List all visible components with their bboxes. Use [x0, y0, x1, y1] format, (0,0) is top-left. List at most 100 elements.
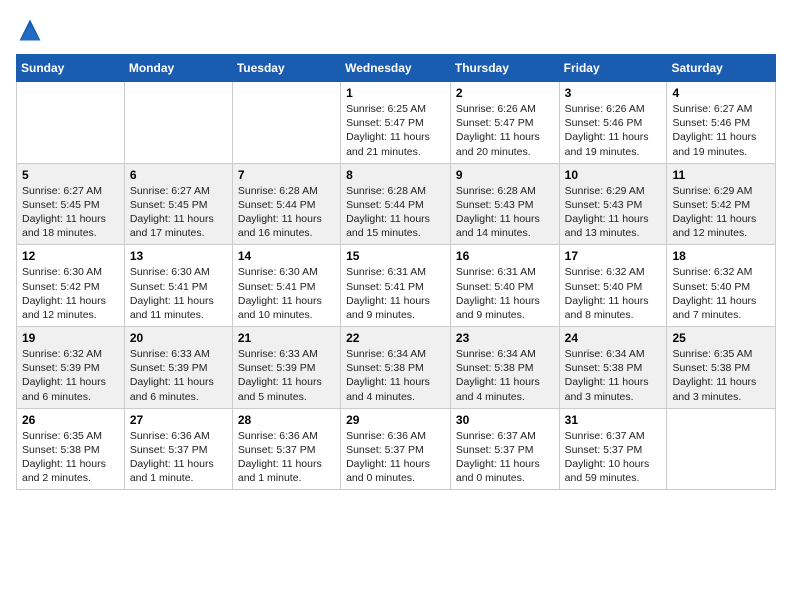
day-info: Sunrise: 6:29 AMSunset: 5:43 PMDaylight:… — [565, 184, 662, 241]
week-row-5: 26 Sunrise: 6:35 AMSunset: 5:38 PMDayligh… — [17, 408, 776, 490]
day-header-wednesday: Wednesday — [341, 55, 451, 82]
day-number: 8 — [346, 168, 445, 182]
calendar-cell: 1 Sunrise: 6:25 AMSunset: 5:47 PMDaylight… — [341, 82, 451, 164]
calendar-cell: 24 Sunrise: 6:34 AMSunset: 5:38 PMDayligh… — [559, 327, 667, 409]
calendar-cell: 23 Sunrise: 6:34 AMSunset: 5:38 PMDayligh… — [450, 327, 559, 409]
day-number: 10 — [565, 168, 662, 182]
calendar-cell: 15 Sunrise: 6:31 AMSunset: 5:41 PMDayligh… — [341, 245, 451, 327]
calendar-cell: 17 Sunrise: 6:32 AMSunset: 5:40 PMDayligh… — [559, 245, 667, 327]
calendar-cell: 28 Sunrise: 6:36 AMSunset: 5:37 PMDayligh… — [232, 408, 340, 490]
calendar-cell — [124, 82, 232, 164]
day-number: 17 — [565, 249, 662, 263]
day-header-monday: Monday — [124, 55, 232, 82]
day-info: Sunrise: 6:27 AMSunset: 5:45 PMDaylight:… — [22, 184, 119, 241]
calendar-cell: 31 Sunrise: 6:37 AMSunset: 5:37 PMDayligh… — [559, 408, 667, 490]
day-number: 16 — [456, 249, 554, 263]
calendar-cell: 5 Sunrise: 6:27 AMSunset: 5:45 PMDaylight… — [17, 163, 125, 245]
day-number: 19 — [22, 331, 119, 345]
day-info: Sunrise: 6:32 AMSunset: 5:40 PMDaylight:… — [565, 265, 662, 322]
day-number: 13 — [130, 249, 227, 263]
day-number: 1 — [346, 86, 445, 100]
day-info: Sunrise: 6:34 AMSunset: 5:38 PMDaylight:… — [456, 347, 554, 404]
day-info: Sunrise: 6:30 AMSunset: 5:41 PMDaylight:… — [238, 265, 335, 322]
day-number: 29 — [346, 413, 445, 427]
logo — [16, 16, 48, 44]
day-number: 21 — [238, 331, 335, 345]
day-number: 4 — [672, 86, 770, 100]
day-info: Sunrise: 6:28 AMSunset: 5:44 PMDaylight:… — [238, 184, 335, 241]
day-header-sunday: Sunday — [17, 55, 125, 82]
day-info: Sunrise: 6:31 AMSunset: 5:41 PMDaylight:… — [346, 265, 445, 322]
day-number: 28 — [238, 413, 335, 427]
day-info: Sunrise: 6:35 AMSunset: 5:38 PMDaylight:… — [672, 347, 770, 404]
day-info: Sunrise: 6:37 AMSunset: 5:37 PMDaylight:… — [456, 429, 554, 486]
week-row-4: 19 Sunrise: 6:32 AMSunset: 5:39 PMDayligh… — [17, 327, 776, 409]
calendar-cell: 14 Sunrise: 6:30 AMSunset: 5:41 PMDayligh… — [232, 245, 340, 327]
calendar-cell — [232, 82, 340, 164]
calendar-cell: 16 Sunrise: 6:31 AMSunset: 5:40 PMDayligh… — [450, 245, 559, 327]
week-row-3: 12 Sunrise: 6:30 AMSunset: 5:42 PMDayligh… — [17, 245, 776, 327]
calendar-cell — [17, 82, 125, 164]
day-number: 27 — [130, 413, 227, 427]
day-info: Sunrise: 6:35 AMSunset: 5:38 PMDaylight:… — [22, 429, 119, 486]
day-info: Sunrise: 6:27 AMSunset: 5:45 PMDaylight:… — [130, 184, 227, 241]
calendar-cell: 29 Sunrise: 6:36 AMSunset: 5:37 PMDayligh… — [341, 408, 451, 490]
day-info: Sunrise: 6:26 AMSunset: 5:47 PMDaylight:… — [456, 102, 554, 159]
day-number: 14 — [238, 249, 335, 263]
week-row-2: 5 Sunrise: 6:27 AMSunset: 5:45 PMDaylight… — [17, 163, 776, 245]
day-info: Sunrise: 6:34 AMSunset: 5:38 PMDaylight:… — [346, 347, 445, 404]
calendar-cell: 2 Sunrise: 6:26 AMSunset: 5:47 PMDaylight… — [450, 82, 559, 164]
day-info: Sunrise: 6:32 AMSunset: 5:39 PMDaylight:… — [22, 347, 119, 404]
day-info: Sunrise: 6:28 AMSunset: 5:43 PMDaylight:… — [456, 184, 554, 241]
day-number: 15 — [346, 249, 445, 263]
day-info: Sunrise: 6:25 AMSunset: 5:47 PMDaylight:… — [346, 102, 445, 159]
day-header-saturday: Saturday — [667, 55, 776, 82]
logo-icon — [16, 16, 44, 44]
day-info: Sunrise: 6:31 AMSunset: 5:40 PMDaylight:… — [456, 265, 554, 322]
day-number: 24 — [565, 331, 662, 345]
calendar-cell: 20 Sunrise: 6:33 AMSunset: 5:39 PMDayligh… — [124, 327, 232, 409]
page-header — [16, 16, 776, 44]
calendar-cell: 25Sunrise: 6:35 AMSunset: 5:38 PMDayligh… — [667, 327, 776, 409]
calendar-table: SundayMondayTuesdayWednesdayThursdayFrid… — [16, 54, 776, 490]
calendar-cell: 27 Sunrise: 6:36 AMSunset: 5:37 PMDayligh… — [124, 408, 232, 490]
day-number: 18 — [672, 249, 770, 263]
day-number: 3 — [565, 86, 662, 100]
day-number: 30 — [456, 413, 554, 427]
calendar-cell: 30 Sunrise: 6:37 AMSunset: 5:37 PMDayligh… — [450, 408, 559, 490]
day-info: Sunrise: 6:30 AMSunset: 5:41 PMDaylight:… — [130, 265, 227, 322]
day-number: 20 — [130, 331, 227, 345]
calendar-cell: 9Sunrise: 6:28 AMSunset: 5:43 PMDaylight… — [450, 163, 559, 245]
day-number: 22 — [346, 331, 445, 345]
day-header-thursday: Thursday — [450, 55, 559, 82]
day-info: Sunrise: 6:36 AMSunset: 5:37 PMDaylight:… — [238, 429, 335, 486]
day-info: Sunrise: 6:36 AMSunset: 5:37 PMDaylight:… — [346, 429, 445, 486]
calendar-cell: 4 Sunrise: 6:27 AMSunset: 5:46 PMDaylight… — [667, 82, 776, 164]
day-number: 2 — [456, 86, 554, 100]
day-number: 6 — [130, 168, 227, 182]
day-info: Sunrise: 6:36 AMSunset: 5:37 PMDaylight:… — [130, 429, 227, 486]
calendar-cell: 8Sunrise: 6:28 AMSunset: 5:44 PMDaylight… — [341, 163, 451, 245]
day-info: Sunrise: 6:27 AMSunset: 5:46 PMDaylight:… — [672, 102, 770, 159]
calendar-cell: 18 Sunrise: 6:32 AMSunset: 5:40 PMDayligh… — [667, 245, 776, 327]
week-row-1: 1 Sunrise: 6:25 AMSunset: 5:47 PMDaylight… — [17, 82, 776, 164]
day-number: 12 — [22, 249, 119, 263]
calendar-cell: 13 Sunrise: 6:30 AMSunset: 5:41 PMDayligh… — [124, 245, 232, 327]
calendar-cell: 22 Sunrise: 6:34 AMSunset: 5:38 PMDayligh… — [341, 327, 451, 409]
day-info: Sunrise: 6:37 AMSunset: 5:37 PMDaylight:… — [565, 429, 662, 486]
day-number: 23 — [456, 331, 554, 345]
day-info: Sunrise: 6:32 AMSunset: 5:40 PMDaylight:… — [672, 265, 770, 322]
day-info: Sunrise: 6:26 AMSunset: 5:46 PMDaylight:… — [565, 102, 662, 159]
calendar-cell: 19 Sunrise: 6:32 AMSunset: 5:39 PMDayligh… — [17, 327, 125, 409]
day-info: Sunrise: 6:29 AMSunset: 5:42 PMDaylight:… — [672, 184, 770, 241]
calendar-cell: 21Sunrise: 6:33 AMSunset: 5:39 PMDayligh… — [232, 327, 340, 409]
day-header-friday: Friday — [559, 55, 667, 82]
day-info: Sunrise: 6:34 AMSunset: 5:38 PMDaylight:… — [565, 347, 662, 404]
day-number: 26 — [22, 413, 119, 427]
day-info: Sunrise: 6:30 AMSunset: 5:42 PMDaylight:… — [22, 265, 119, 322]
day-header-row: SundayMondayTuesdayWednesdayThursdayFrid… — [17, 55, 776, 82]
day-number: 31 — [565, 413, 662, 427]
day-info: Sunrise: 6:33 AMSunset: 5:39 PMDaylight:… — [130, 347, 227, 404]
day-number: 5 — [22, 168, 119, 182]
calendar-cell: 6 Sunrise: 6:27 AMSunset: 5:45 PMDaylight… — [124, 163, 232, 245]
